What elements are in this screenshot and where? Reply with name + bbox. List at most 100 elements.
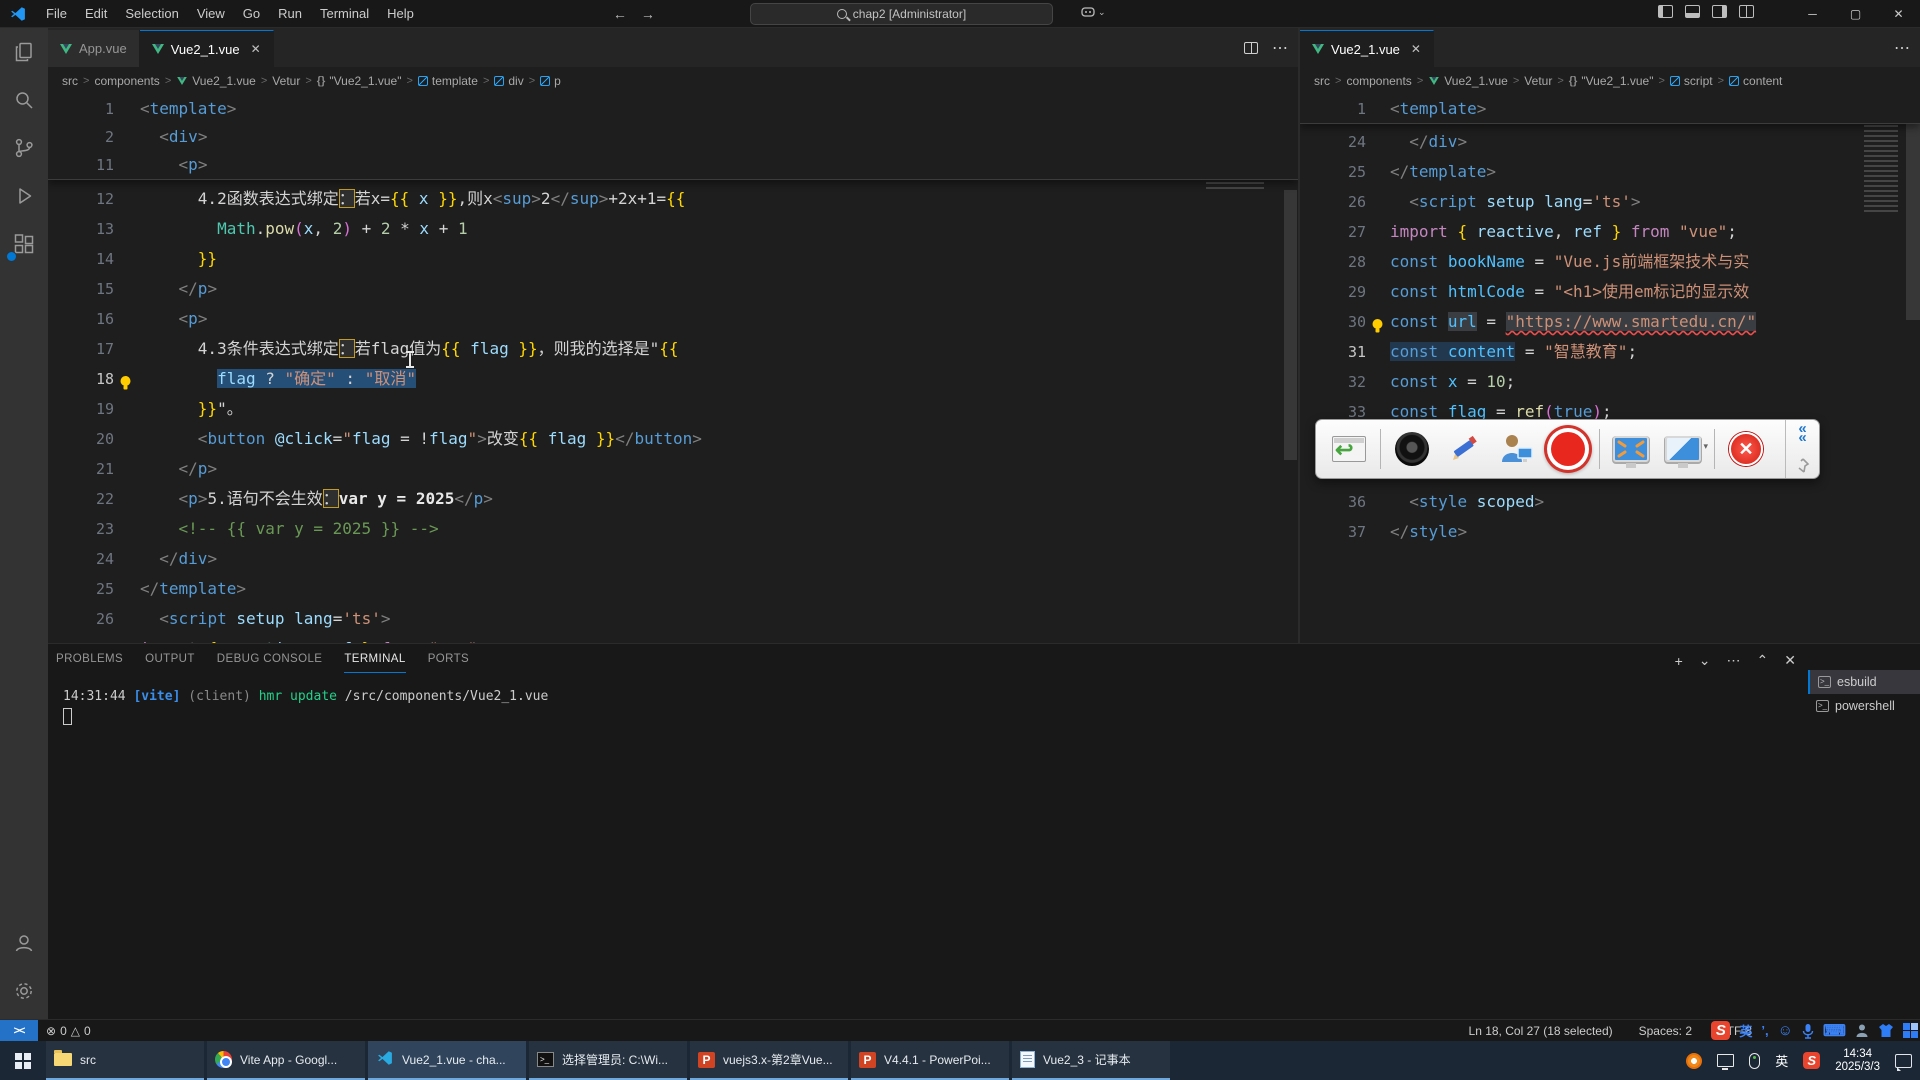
breadcrumb-item[interactable]: {}"Vue2_1.vue"	[317, 74, 402, 88]
breadcrumb-item[interactable]: Vetur	[272, 74, 300, 88]
menu-edit[interactable]: Edit	[76, 3, 116, 25]
breadcrumb-item[interactable]: content	[1729, 74, 1782, 88]
code-line-14[interactable]: 14 }}	[48, 244, 1298, 274]
code-line-27[interactable]: 27import { reactive, ref } from "vue";	[1300, 217, 1920, 247]
taskbar-item-vue2-1-vue-cha-[interactable]: Vue2_1.vue - cha...	[368, 1041, 526, 1080]
menu-go[interactable]: Go	[234, 3, 269, 25]
breadcrumb-item[interactable]: components	[1346, 74, 1411, 88]
code-line-26[interactable]: 26 <script setup lang='ts'>	[48, 604, 1298, 634]
menu-terminal[interactable]: Terminal	[311, 3, 378, 25]
more-actions-icon[interactable]: ⋯	[1272, 38, 1288, 58]
menu-run[interactable]: Run	[269, 3, 311, 25]
close-window-button[interactable]: ✕	[1877, 0, 1920, 28]
tab-App.vue[interactable]: App.vue	[48, 30, 140, 67]
pin-icon[interactable]	[1796, 458, 1810, 474]
return-window-icon[interactable]: ↩	[1328, 427, 1370, 471]
ime-keyboard-icon[interactable]: ⌨	[1823, 1021, 1846, 1041]
indentation[interactable]: Spaces: 2	[1639, 1024, 1692, 1038]
breadcrumb-item[interactable]: Vue2_1.vue	[1428, 74, 1508, 88]
camera-icon[interactable]	[1391, 427, 1433, 471]
panel-tab-terminal[interactable]: TERMINAL	[344, 653, 405, 673]
taskbar-item--c-wi-[interactable]: >_选择管理员: C:\Wi...	[529, 1041, 687, 1080]
code-line-27[interactable]: 27import { reactive, ref } from "vue";	[48, 634, 1298, 643]
sidebar-item-extensions[interactable]	[0, 220, 48, 268]
command-center[interactable]: chap2 [Administrator]	[750, 3, 1053, 25]
code-line-18[interactable]: 18 flag ? "确定" : "取消"	[48, 364, 1298, 394]
remote-indicator[interactable]: ><	[0, 1020, 38, 1042]
menu-help[interactable]: Help	[378, 3, 423, 25]
sogou-icon[interactable]: S	[1711, 1021, 1730, 1040]
right-editor[interactable]: 24 </div>25</template>26 <script setup l…	[1300, 95, 1920, 643]
code-line-32[interactable]: 32const x = 10;	[1300, 367, 1920, 397]
ime-skin-icon[interactable]	[1878, 1023, 1894, 1038]
code-line-23[interactable]: 23 <!-- {{ var y = 2025 }} -->	[48, 514, 1298, 544]
code-line-16[interactable]: 16 <p>	[48, 304, 1298, 334]
split-editor-icon[interactable]	[1244, 42, 1258, 54]
menu-file[interactable]: File	[37, 3, 76, 25]
sidebar-item-explorer[interactable]	[0, 28, 48, 76]
tray-mouse-icon[interactable]	[1749, 1053, 1760, 1069]
code-line-25[interactable]: 25</template>	[48, 574, 1298, 604]
pencil-icon[interactable]	[1443, 427, 1485, 471]
share-screen-icon[interactable]: ▾	[1662, 427, 1704, 471]
breadcrumb-item[interactable]: Vetur	[1524, 74, 1552, 88]
toggle-secondary-sidebar-icon[interactable]	[1712, 5, 1727, 18]
start-button[interactable]	[0, 1041, 46, 1080]
sidebar-item-source-control[interactable]	[0, 124, 48, 172]
toggle-sidebar-icon[interactable]	[1658, 5, 1673, 18]
breadcrumb-item[interactable]: script	[1670, 74, 1713, 88]
sidebar-item-search[interactable]	[0, 76, 48, 124]
fit-screen-icon[interactable]	[1610, 427, 1652, 471]
menu-view[interactable]: View	[188, 3, 234, 25]
code-line-31[interactable]: 31const content = "智慧教育";	[1300, 337, 1920, 367]
panel-action-chev-up-icon[interactable]: ⌃	[1757, 652, 1769, 669]
code-line-2[interactable]: 2 <div>	[48, 123, 1298, 151]
more-actions-icon[interactable]: ⋯	[1894, 38, 1910, 58]
ime-user-icon[interactable]	[1855, 1023, 1869, 1038]
panel-action-more-icon[interactable]: ⋯	[1727, 652, 1741, 669]
breadcrumb-item[interactable]: src	[1314, 74, 1330, 88]
code-line-24[interactable]: 24 </div>	[1300, 127, 1920, 157]
breadcrumb-item[interactable]: src	[62, 74, 78, 88]
menu-selection[interactable]: Selection	[116, 3, 187, 25]
taskbar-item-vue2-3-[interactable]: Vue2_3 - 记事本	[1012, 1041, 1170, 1080]
taskbar-clock[interactable]: 14:34 2025/3/3	[1835, 1048, 1880, 1074]
code-line-1[interactable]: 1<template>	[1300, 95, 1920, 123]
breadcrumb-item[interactable]: template	[418, 74, 478, 88]
settings-gear-icon[interactable]	[0, 967, 48, 1015]
minimize-button[interactable]: ─	[1791, 0, 1834, 28]
right-minimap[interactable]	[1864, 115, 1898, 215]
tray-network-icon[interactable]	[1717, 1054, 1734, 1067]
code-line-20[interactable]: 20 <button @click="flag = !flag">改变{{ fl…	[48, 424, 1298, 454]
customize-layout-icon[interactable]	[1739, 5, 1754, 18]
terminal-session-esbuild[interactable]: >_esbuild	[1808, 670, 1920, 694]
nav-back-icon[interactable]: ←	[613, 6, 627, 22]
close-tab-icon[interactable]: ✕	[1411, 42, 1421, 56]
close-tab-icon[interactable]: ✕	[251, 42, 261, 56]
code-line-30[interactable]: 30const url = "https://www.smartedu.cn/"	[1300, 307, 1920, 337]
ime-toolbar[interactable]: S 英 ’, ☺ ⌨	[1711, 1021, 1918, 1041]
left-editor[interactable]: 12 4.2函数表达式绑定：若x={{ x }},则x<sup>2</sup>+…	[48, 95, 1298, 643]
close-toolbar-icon[interactable]: ✕	[1725, 427, 1767, 471]
code-line-24[interactable]: 24 </div>	[48, 544, 1298, 574]
panel-action-plus-icon[interactable]: +	[1675, 653, 1683, 669]
breadcrumb-item[interactable]: p	[540, 74, 561, 88]
ime-lang-toggle[interactable]: 英	[1739, 1021, 1752, 1040]
code-line-22[interactable]: 22 <p>5.语句不会生效：var y = 2025</p>	[48, 484, 1298, 514]
ime-punct-icon[interactable]: ’,	[1761, 1023, 1768, 1038]
account-icon[interactable]	[0, 919, 48, 967]
right-breadcrumb[interactable]: src>components>Vue2_1.vue>Vetur>{}"Vue2_…	[1300, 67, 1920, 95]
code-line-28[interactable]: 28const bookName = "Vue.js前端框架技术与实	[1300, 247, 1920, 277]
code-line-36[interactable]: 36 <style scoped>	[1300, 487, 1920, 517]
code-line-11[interactable]: 11 <p>	[48, 151, 1298, 179]
breadcrumb-item[interactable]: components	[94, 74, 159, 88]
code-line-25[interactable]: 25</template>	[1300, 157, 1920, 187]
toggle-panel-icon[interactable]	[1685, 5, 1700, 18]
panel-action-chev-down-icon[interactable]: ⌄	[1699, 652, 1711, 669]
code-line-37[interactable]: 37</style>	[1300, 517, 1920, 547]
panel-action-close-icon[interactable]: ✕	[1784, 652, 1796, 669]
record-icon[interactable]	[1547, 427, 1589, 471]
maximize-button[interactable]: ▢	[1834, 0, 1877, 28]
sidebar-item-run-debug[interactable]	[0, 172, 48, 220]
panel-tab-ports[interactable]: PORTS	[428, 653, 469, 673]
